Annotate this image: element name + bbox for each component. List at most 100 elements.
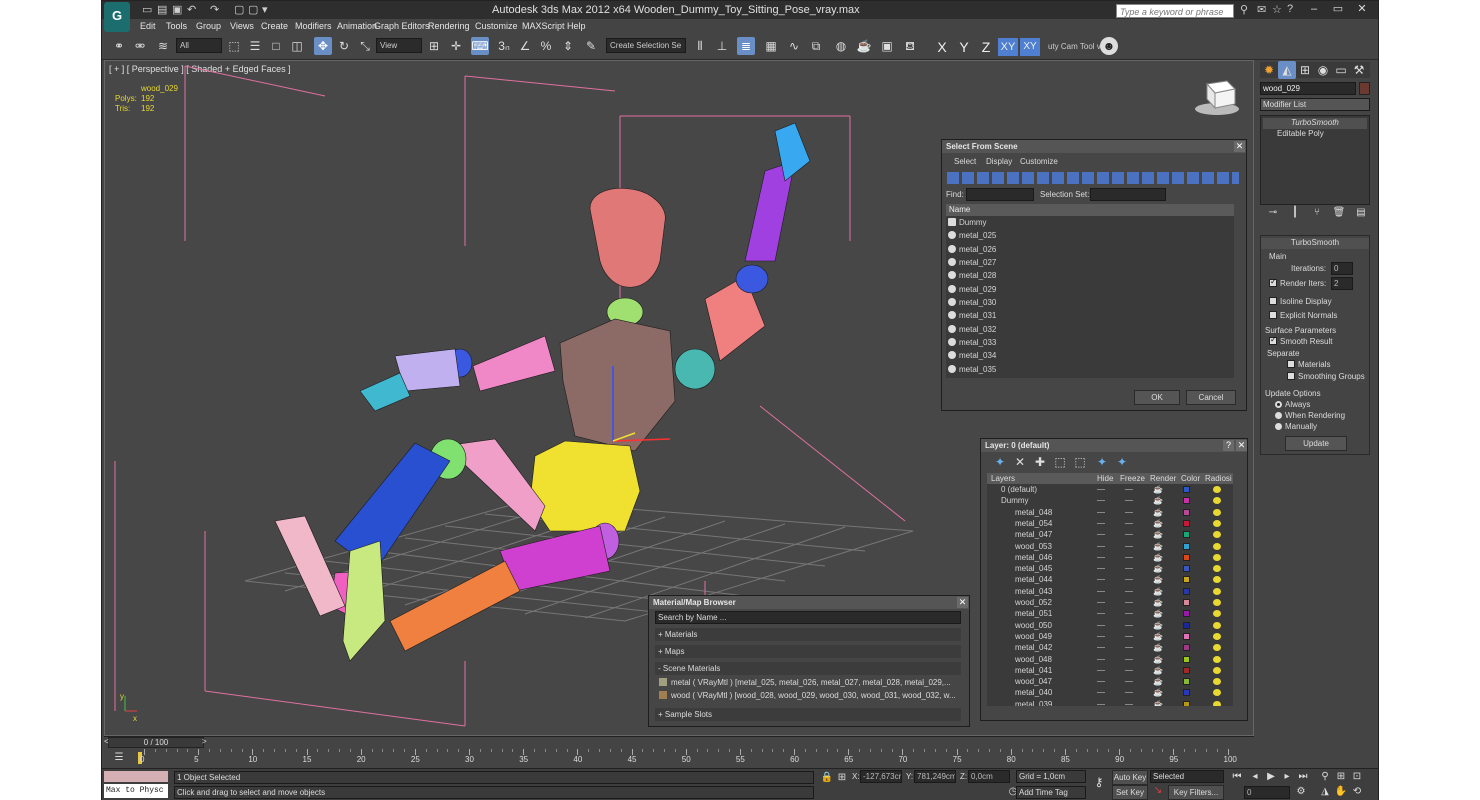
object-color-swatch[interactable] [1359, 82, 1370, 95]
y-coord-input[interactable]: 781,249cm [914, 770, 956, 783]
align-icon[interactable]: ⊥ [713, 37, 731, 55]
radiosity-icon[interactable] [1213, 655, 1221, 663]
select-scale-icon[interactable]: ⤡ [356, 37, 374, 55]
close-icon[interactable]: ✕ [1234, 141, 1245, 152]
layer-row[interactable]: metal_051 ☕ [987, 608, 1233, 619]
hide-toggle[interactable] [1097, 613, 1105, 615]
bind-space-warp-icon[interactable]: ≋ [154, 37, 172, 55]
freeze-toggle[interactable] [1125, 590, 1133, 592]
render-teapot-icon[interactable]: ☕ [1153, 529, 1163, 540]
layer-row[interactable]: metal_039 ☕ [987, 699, 1233, 706]
render-teapot-icon[interactable]: ☕ [1153, 699, 1163, 706]
select-from-scene-title[interactable]: Select From Scene [942, 140, 1246, 153]
menu-display[interactable]: Display [986, 157, 1012, 166]
render-teapot-icon[interactable]: ☕ [1153, 687, 1163, 698]
utilities-tab-icon[interactable]: ⚒ [1350, 61, 1368, 79]
current-frame-input[interactable]: 0 [1244, 786, 1290, 799]
render-teapot-icon[interactable]: ☕ [1153, 518, 1163, 529]
smooth-result-checkbox[interactable]: Smooth Result [1269, 335, 1332, 346]
freeze-toggle[interactable] [1125, 579, 1133, 581]
hide-all-layers-icon[interactable]: ✦ [1093, 453, 1111, 471]
list-item[interactable]: Dummy [948, 216, 1232, 229]
layer-row[interactable]: wood_048 ☕ [987, 654, 1233, 665]
explicit-normals-checkbox[interactable]: Explicit Normals [1269, 311, 1337, 320]
render-teapot-icon[interactable]: ☕ [1153, 665, 1163, 676]
highlight-layer-icon[interactable]: ⬚ [1071, 453, 1089, 471]
layer-row[interactable]: metal_048 ☕ [987, 507, 1233, 518]
graphite-ribbon-icon[interactable]: ▦ [762, 37, 780, 55]
hide-toggle[interactable] [1097, 602, 1105, 603]
menu-help[interactable]: Help [567, 21, 586, 31]
select-objects-in-layer-icon[interactable]: ⬚ [1051, 453, 1069, 471]
hide-toggle[interactable] [1097, 590, 1105, 592]
layer-color-swatch[interactable] [1183, 519, 1190, 527]
layer-color-swatch[interactable] [1183, 644, 1190, 652]
close-icon[interactable]: ✕ [957, 597, 968, 608]
layer-row[interactable]: wood_052 ☕ [987, 597, 1233, 608]
orbit-icon[interactable]: ⟲ [1348, 783, 1366, 800]
cancel-button[interactable]: Cancel [1186, 390, 1236, 405]
freeze-toggle[interactable] [1125, 500, 1133, 502]
col-freeze[interactable]: Freeze [1120, 474, 1145, 483]
render-teapot-icon[interactable]: ☕ [1153, 676, 1163, 687]
menu-rendering[interactable]: Rendering [428, 21, 470, 31]
layer-row[interactable]: wood_047 ☕ [987, 676, 1233, 687]
layer-color-swatch[interactable] [1183, 486, 1190, 493]
curve-editor-mini-icon[interactable]: ☰ [110, 749, 128, 767]
col-layers[interactable]: Layers [991, 474, 1015, 483]
render-teapot-icon[interactable]: ☕ [1153, 484, 1163, 495]
separate-smoothing-groups-checkbox[interactable]: Smoothing Groups [1287, 372, 1365, 381]
freeze-toggle[interactable] [1125, 669, 1133, 671]
axis-y-button[interactable]: Y [954, 38, 974, 56]
layer-color-swatch[interactable] [1183, 621, 1190, 629]
menu-graph-editors[interactable]: Graph Editors [374, 21, 430, 31]
layer-color-swatch[interactable] [1183, 576, 1190, 584]
axis-z-button[interactable]: Z [976, 38, 996, 56]
list-item[interactable]: metal_026 [948, 243, 1232, 256]
material-entry-wood[interactable]: wood ( VRayMtl ) [wood_028, wood_029, wo… [659, 690, 959, 702]
unlink-icon[interactable]: ⚮ [131, 37, 149, 55]
spinner-snap-icon[interactable]: ⇕ [559, 37, 577, 55]
list-item[interactable]: metal_033 [948, 336, 1232, 349]
go-to-start-icon[interactable]: ⏮ [1228, 768, 1246, 786]
pin-stack-icon[interactable]: ⊸ [1264, 204, 1282, 222]
list-item[interactable]: metal_029 [948, 283, 1232, 296]
time-slider-handle[interactable]: 0 / 100 [108, 737, 204, 748]
menu-tools[interactable]: Tools [166, 21, 187, 31]
update-always-radio[interactable]: Always [1275, 400, 1310, 409]
undo-icon[interactable]: ↶ [187, 3, 196, 17]
configure-sets-icon[interactable]: ▤ [1352, 204, 1370, 222]
menu-create[interactable]: Create [261, 21, 288, 31]
stack-item-editable-poly[interactable]: Editable Poly [1263, 129, 1367, 140]
list-item[interactable]: metal_030 [948, 296, 1232, 309]
col-render[interactable]: Render [1150, 474, 1176, 483]
iterations-spinner[interactable]: 0 [1331, 262, 1353, 275]
hide-toggle[interactable] [1097, 703, 1105, 705]
list-item[interactable]: metal_027 [948, 256, 1232, 269]
maxscript-listener-color[interactable] [104, 771, 168, 782]
freeze-toggle[interactable] [1125, 568, 1133, 570]
hide-toggle[interactable] [1097, 568, 1105, 570]
percent-snap-icon[interactable]: % [537, 37, 555, 55]
show-end-result-icon[interactable]: ┃ [1286, 204, 1304, 222]
angle-snap-icon[interactable]: ∠ [516, 37, 534, 55]
hide-toggle[interactable] [1097, 522, 1105, 524]
create-tab-icon[interactable]: ✹ [1260, 61, 1278, 79]
binoculars-icon[interactable]: ⚲ [1240, 3, 1248, 16]
freeze-toggle[interactable] [1125, 681, 1133, 683]
create-layer-icon[interactable]: ✦ [991, 453, 1009, 471]
axis-xy-button[interactable]: XY [998, 38, 1018, 56]
remove-modifier-icon[interactable]: 🗑 [1330, 204, 1348, 222]
layer-color-swatch[interactable] [1183, 610, 1190, 618]
maxscript-mini-listener[interactable]: Max to Physc [104, 784, 168, 798]
layer-row[interactable]: metal_046 ☕ [987, 552, 1233, 563]
layer-color-swatch[interactable] [1183, 666, 1190, 674]
layer-row[interactable]: wood_050 ☕ [987, 620, 1233, 631]
radiosity-icon[interactable] [1213, 678, 1221, 686]
link-icon[interactable]: ⚭ [110, 37, 128, 55]
isoline-display-checkbox[interactable]: Isoline Display [1269, 297, 1332, 306]
layer-row[interactable]: metal_041 ☕ [987, 665, 1233, 676]
layer-color-swatch[interactable] [1183, 497, 1190, 505]
close-icon[interactable]: ✕ [1236, 440, 1247, 451]
pivot-center-icon[interactable]: ⊞ [425, 37, 443, 55]
